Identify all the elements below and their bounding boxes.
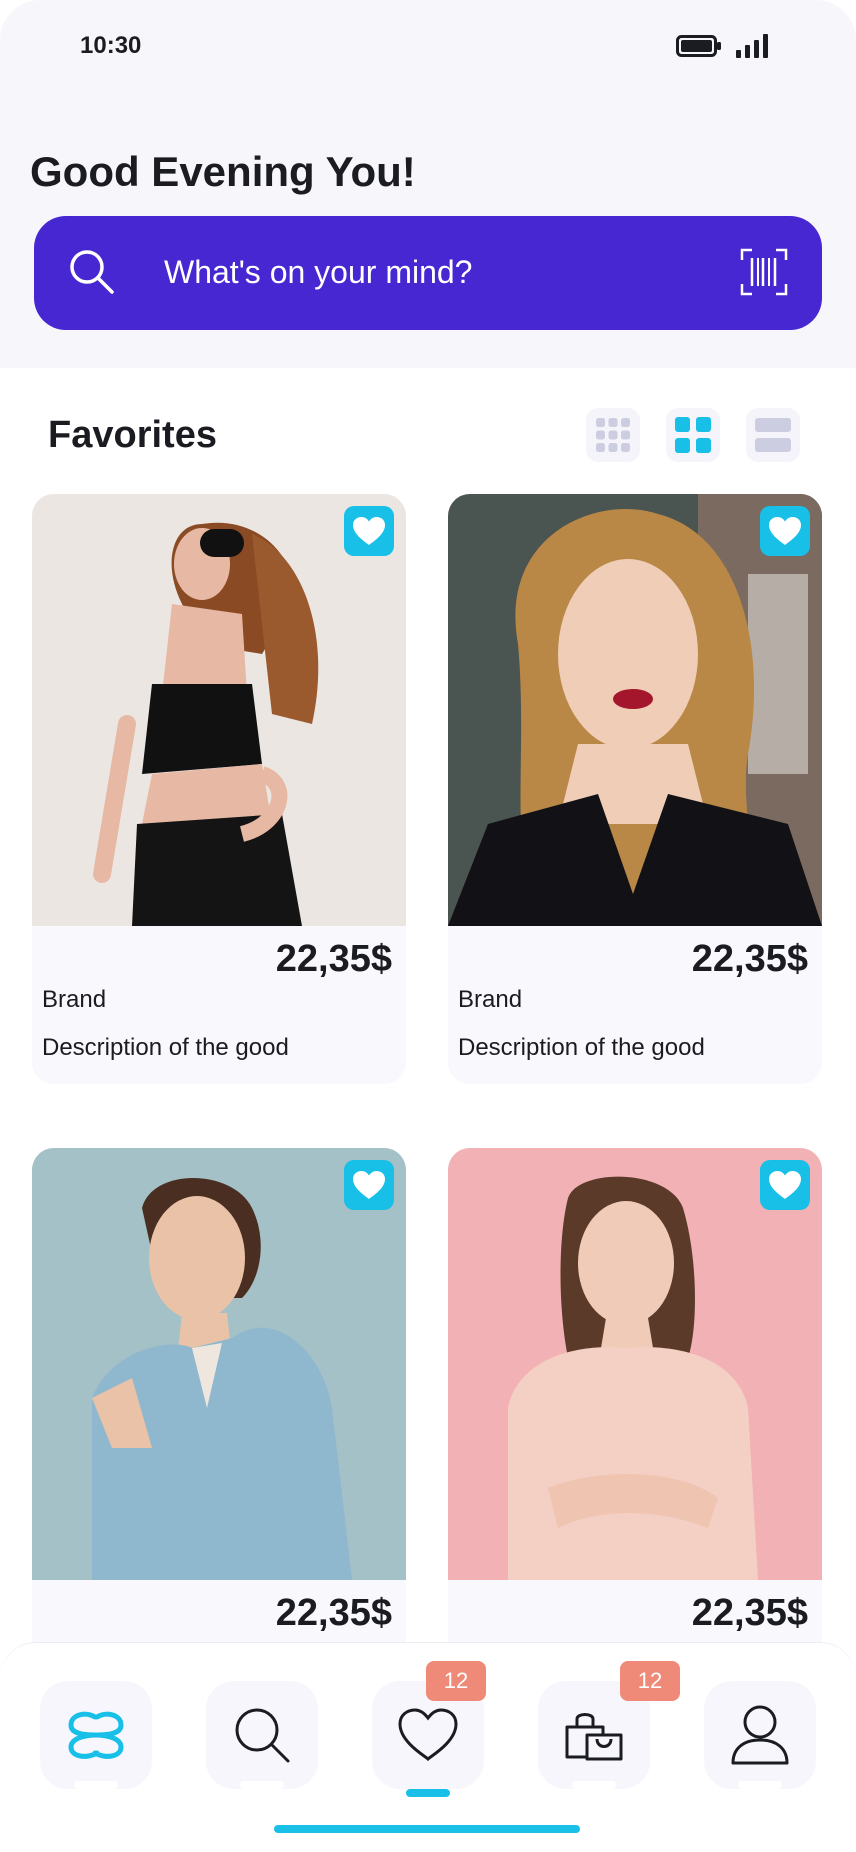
notification-badge: 12 — [426, 1661, 486, 1701]
favorite-toggle[interactable] — [344, 506, 394, 556]
shopping-bag-icon — [565, 1713, 623, 1761]
profile-icon — [731, 1705, 789, 1765]
signal-icon — [736, 34, 768, 58]
view-list-button[interactable] — [746, 408, 800, 462]
product-image — [32, 1148, 406, 1580]
nav-favorites[interactable]: 12 — [372, 1661, 486, 1797]
favorite-toggle[interactable] — [760, 1160, 810, 1210]
heart-filled-icon — [769, 517, 801, 545]
search-icon — [70, 250, 114, 294]
brand-logo-icon — [68, 1711, 124, 1759]
favorite-toggle[interactable] — [344, 1160, 394, 1210]
nav-indicator — [406, 1789, 450, 1797]
heart-filled-icon — [353, 1171, 385, 1199]
search-bar[interactable]: What's on your mind? — [34, 216, 822, 330]
product-card[interactable]: 22,35$ Brand Description of the good — [32, 494, 406, 1084]
nav-search[interactable] — [206, 1681, 318, 1789]
nav-profile[interactable] — [704, 1681, 816, 1789]
product-brand: Brand — [458, 986, 523, 1013]
nav-indicator — [738, 1781, 782, 1789]
nav-bag[interactable]: 12 — [538, 1661, 680, 1789]
heart-icon — [398, 1708, 458, 1762]
view-grid-2-button[interactable] — [666, 408, 720, 462]
page-title: Good Evening You! — [30, 148, 416, 195]
product-card[interactable]: 22,35$ — [448, 1148, 822, 1708]
status-time: 10:30 — [80, 32, 142, 59]
nav-indicator — [240, 1781, 284, 1789]
view-grid-3-button[interactable] — [586, 408, 640, 462]
product-card[interactable]: 22,35$ Brand Description of the good — [448, 494, 822, 1084]
product-image — [32, 494, 406, 926]
barcode-scan-icon[interactable] — [740, 248, 788, 296]
nav-indicator — [572, 1781, 616, 1789]
app-screen: 10:30 Good Evening You! What's on your m… — [0, 0, 856, 1852]
list-icon — [755, 418, 791, 452]
nav-indicator — [74, 1781, 118, 1789]
bottom-nav: 12 12 — [0, 1642, 856, 1852]
section-title: Favorites — [48, 414, 217, 456]
product-description: Description of the good — [42, 1034, 289, 1061]
notification-badge: 12 — [620, 1661, 680, 1701]
product-price: 22,35$ — [691, 938, 808, 980]
favorite-toggle[interactable] — [760, 506, 810, 556]
home-indicator[interactable] — [274, 1825, 580, 1833]
product-card[interactable]: 22,35$ — [32, 1148, 406, 1708]
product-price: 22,35$ — [275, 938, 392, 980]
product-description: Description of the good — [458, 1034, 705, 1061]
grid-3-icon — [596, 418, 630, 452]
heart-filled-icon — [769, 1171, 801, 1199]
nav-home[interactable] — [40, 1681, 152, 1789]
product-image — [448, 1148, 822, 1580]
search-input[interactable]: What's on your mind? — [164, 254, 472, 291]
product-price: 22,35$ — [275, 1592, 392, 1634]
grid-2-icon — [675, 417, 711, 453]
heart-filled-icon — [353, 517, 385, 545]
search-icon — [235, 1708, 290, 1763]
battery-icon — [676, 35, 721, 57]
product-image — [448, 494, 822, 926]
product-brand: Brand — [42, 986, 107, 1013]
header: 10:30 Good Evening You! What's on your m… — [0, 0, 856, 368]
product-price: 22,35$ — [691, 1592, 808, 1634]
status-icons — [676, 34, 770, 58]
